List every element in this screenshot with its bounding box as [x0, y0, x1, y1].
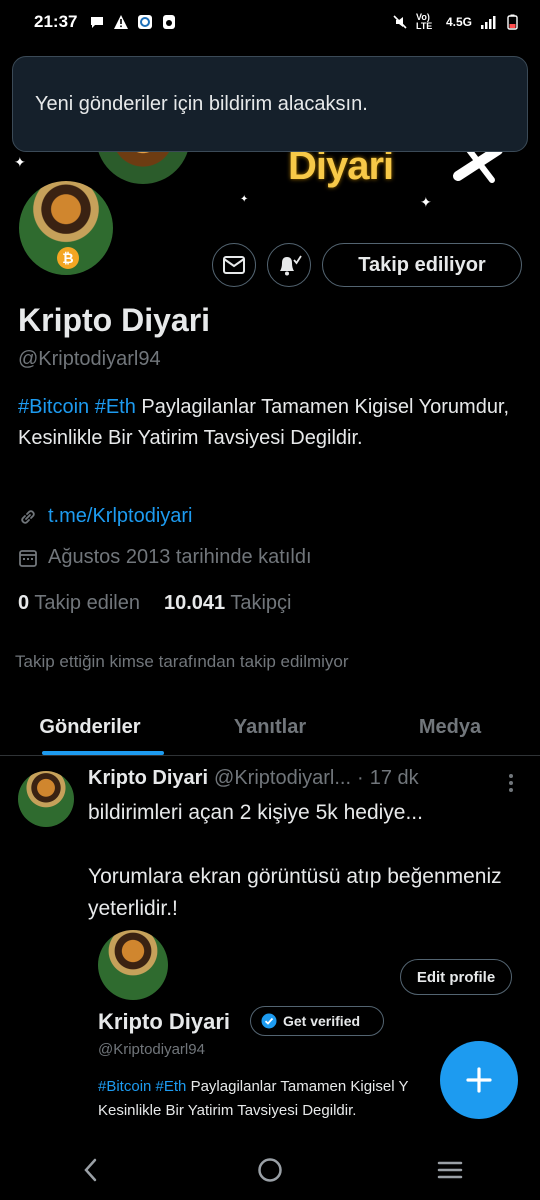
following-count: 0	[18, 592, 30, 614]
bio-hashtag-bitcoin[interactable]: #Bitcoin	[18, 396, 89, 418]
plus-icon	[466, 1067, 492, 1093]
verified-badge-icon	[261, 1013, 277, 1029]
embedded-bio-tag-eth: #Eth	[155, 1078, 187, 1095]
profile-joined-row: Ağustos 2013 tarihinde katıldı	[18, 546, 312, 569]
recents-button[interactable]	[420, 1148, 480, 1192]
embedded-display-name: Kripto Diyari	[98, 1009, 231, 1034]
followers-label: Takipçi	[230, 592, 292, 614]
bell-check-icon	[280, 255, 302, 276]
embedded-get-verified: Get verified	[250, 1006, 384, 1036]
tab-replies[interactable]: Yanıtlar	[180, 700, 360, 755]
follow-stats: 0 Takip edilen 10.041 Takipçi	[18, 592, 291, 615]
embedded-handle: @Kriptodiyarl94	[98, 1041, 205, 1058]
following-button[interactable]: Takip ediliyor	[322, 243, 522, 287]
tweet-avatar[interactable]	[18, 771, 74, 827]
signal-icon	[481, 16, 496, 29]
network-label: 4.5G	[445, 15, 472, 29]
tweet-author-name[interactable]: Kripto Diyari	[88, 767, 208, 790]
tweet-text: bildirimleri açan 2 kişiye 5k hediye... …	[88, 797, 518, 925]
mail-icon	[223, 256, 245, 274]
tweet-separator: ·	[357, 767, 364, 789]
profile-link-row: t.me/Krlptodiyari	[18, 505, 193, 528]
mute-icon	[393, 15, 407, 29]
app-notification-icon	[138, 15, 153, 29]
embedded-bio: #Bitcoin #Eth Paylagilanlar Tamamen Kigi…	[98, 1075, 458, 1123]
profile-display-name: Kripto Diyari	[18, 302, 211, 338]
profile-tabs: Gönderiler Yanıtlar Medya	[0, 700, 540, 756]
app-alert-icon	[163, 15, 176, 29]
followed-by-note: Takip ettiğin kimse tarafından takip edi…	[15, 652, 349, 671]
link-icon	[21, 509, 35, 524]
tweet-author-handle: @Kriptodiyarl...	[214, 767, 352, 789]
embedded-edit-profile-button: Edit profile	[400, 959, 512, 995]
chat-bubble-icon	[91, 17, 104, 28]
home-button[interactable]	[240, 1148, 300, 1192]
profile-handle: @Kriptodiyarl94	[18, 348, 161, 370]
followers-stat[interactable]: 10.041 Takipçi	[164, 592, 292, 615]
embedded-avatar	[98, 930, 168, 1000]
toast-message: Yeni gönderiler için bildirim alacaksın.	[35, 92, 368, 115]
tab-posts-label: Gönderiler	[39, 716, 141, 738]
back-button[interactable]	[60, 1148, 120, 1192]
profile-bio: #Bitcoin #Eth Paylagilanlar Tamamen Kigi…	[18, 392, 523, 454]
calendar-icon	[19, 549, 37, 567]
following-label: Takip edilen	[34, 592, 140, 614]
chevron-left-icon	[84, 1158, 97, 1182]
tweet-text-line-1: bildirimleri açan 2 kişiye 5k hediye...	[88, 801, 423, 824]
followers-count: 10.041	[163, 592, 226, 614]
tweet-header: Kripto Diyari @Kriptodiyarl... · 17 dk	[88, 767, 528, 790]
compose-button[interactable]	[440, 1041, 518, 1119]
volte-label: Vo) LTE	[415, 12, 433, 31]
status-time: 21:37	[34, 12, 78, 31]
joined-date: Ağustos 2013 tarihinde katıldı	[48, 546, 312, 568]
tab-posts[interactable]: Gönderiler	[0, 700, 180, 755]
active-tab-indicator	[42, 751, 164, 755]
profile-avatar[interactable]: ₿	[16, 178, 116, 278]
bio-text: Paylagilanlar Tamamen Kigisel Yorumdur, …	[18, 396, 510, 449]
warning-icon	[114, 15, 129, 29]
tweet-time: 17 dk	[369, 767, 419, 789]
following-stat[interactable]: 0 Takip edilen	[18, 592, 140, 615]
status-bar: 21:37 Vo) LTE 4.5G	[0, 0, 540, 44]
profile-link[interactable]: t.me/Krlptodiyari	[48, 505, 193, 528]
tab-media-label: Medya	[418, 716, 482, 738]
tab-media[interactable]: Medya	[360, 700, 540, 755]
tab-replies-label: Yanıtlar	[233, 716, 307, 738]
embedded-bio-line-1: Paylagilanlar Tamamen Kigisel Y	[186, 1078, 409, 1095]
bio-hashtag-eth[interactable]: #Eth	[95, 396, 136, 418]
bitcoin-coin-icon: ₿	[57, 247, 79, 269]
notification-toast: Yeni gönderiler için bildirim alacaksın.	[12, 56, 528, 152]
tweet-text-line-2: Yorumlara ekran görüntüsü atıp beğenmeni…	[88, 865, 502, 920]
menu-lines-icon	[437, 1161, 463, 1179]
circle-home-icon	[258, 1158, 282, 1182]
embedded-bio-line-2: Kesinlikle Bir Yatirim Tavsiyesi Degildi…	[98, 1102, 357, 1119]
embedded-bio-tag-bitcoin: #Bitcoin	[98, 1078, 152, 1095]
battery-icon	[507, 14, 518, 30]
embedded-get-verified-label: Get verified	[283, 1013, 361, 1029]
notifications-button[interactable]	[267, 243, 311, 287]
more-options-icon[interactable]	[508, 773, 514, 793]
system-nav-bar	[0, 1140, 540, 1200]
message-button[interactable]	[212, 243, 256, 287]
